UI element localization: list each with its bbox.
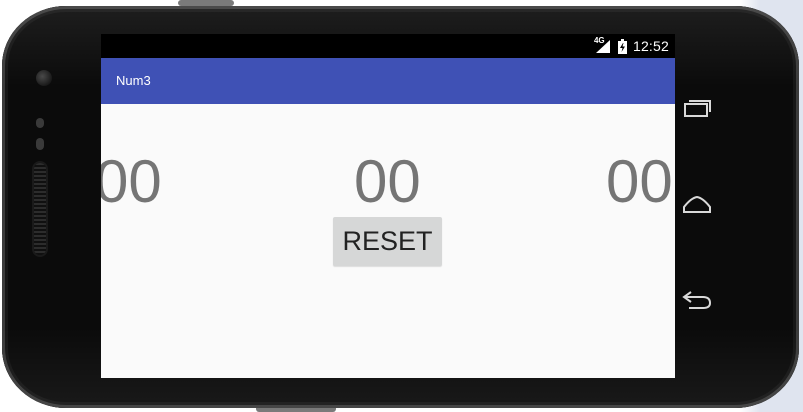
speaker-grille-icon <box>34 163 46 255</box>
recent-apps-icon[interactable] <box>681 96 713 120</box>
app-title: Num3 <box>116 73 151 88</box>
status-icons: 4G 12:52 <box>594 36 669 55</box>
app-bar: Num3 <box>101 58 675 104</box>
device-screen: 4G 12:52 Num3 00 00 00 RESET <box>101 34 675 378</box>
status-bar: 4G 12:52 <box>101 34 675 58</box>
front-camera-icon <box>36 70 52 86</box>
counter-right: 00 <box>606 148 673 215</box>
stage: 4G 12:52 Num3 00 00 00 RESET <box>0 0 803 412</box>
home-icon[interactable] <box>681 192 713 216</box>
counter-center: 00 <box>354 148 421 215</box>
reset-button[interactable]: RESET <box>333 217 442 266</box>
proximity-sensor-icon <box>36 118 44 128</box>
light-sensor-icon <box>36 138 44 150</box>
battery-icon <box>617 38 627 54</box>
main-content: 00 00 00 RESET <box>101 104 675 378</box>
signal-icon: 4G <box>594 36 612 54</box>
status-clock: 12:52 <box>632 38 669 54</box>
counter-left: 00 <box>101 148 162 215</box>
back-icon[interactable] <box>681 288 713 312</box>
